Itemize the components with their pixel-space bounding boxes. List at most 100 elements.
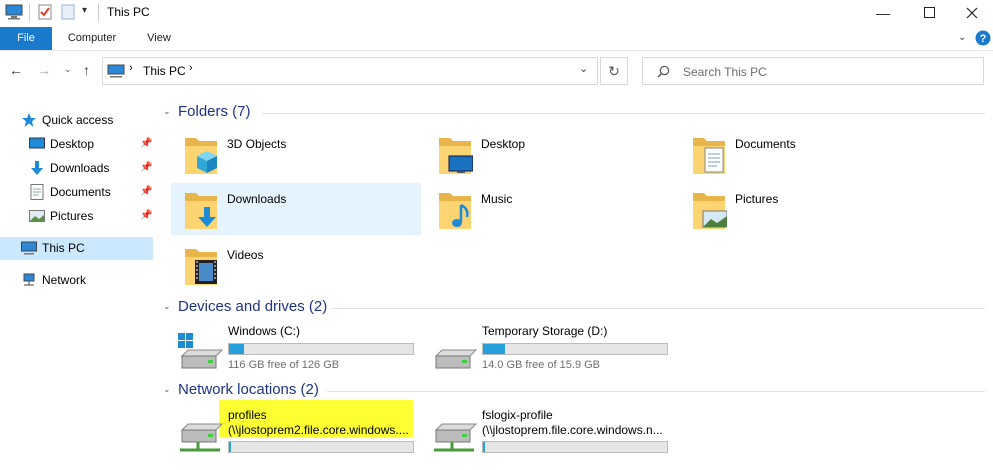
drive-usage-fill <box>483 344 506 354</box>
downloads-folder-icon <box>185 193 217 229</box>
divider <box>98 4 99 21</box>
drive-temporary-storage-d[interactable]: Temporary Storage (D:) 14.0 GB free of 1… <box>426 324 676 378</box>
navigation-pane: Quick access Desktop 📌 Downloads 📌 Docum… <box>0 88 156 470</box>
documents-folder-icon <box>693 138 725 174</box>
minimize-button[interactable]: — <box>860 0 906 25</box>
pin-icon[interactable]: 📌 <box>140 205 152 227</box>
breadcrumb-chevron-icon[interactable]: › <box>189 62 193 74</box>
drive-free-space: 14.0 GB free of 15.9 GB <box>482 359 601 371</box>
3d-objects-folder-icon <box>185 138 217 174</box>
folder-downloads[interactable]: Downloads <box>171 183 421 235</box>
folder-music[interactable]: Music <box>425 183 677 235</box>
nav-network[interactable]: Network <box>0 269 153 291</box>
documents-icon <box>30 184 44 200</box>
network-drive-icon <box>434 423 478 452</box>
network-drive-icon <box>180 423 224 452</box>
breadcrumb-chevron-icon[interactable]: › <box>129 62 133 74</box>
folder-label: Desktop <box>481 137 526 151</box>
properties-icon[interactable] <box>37 4 53 20</box>
nav-label: Documents <box>50 185 111 199</box>
search-icon <box>657 65 670 78</box>
folder-videos[interactable]: Videos <box>171 239 423 291</box>
pin-icon[interactable]: 📌 <box>140 157 152 179</box>
group-heading-devices[interactable]: Devices and drives (2) <box>178 298 327 315</box>
ribbon: File Computer View ⌄ ? <box>0 27 993 51</box>
expand-ribbon-icon[interactable]: ⌄ <box>958 32 966 43</box>
this-pc-icon <box>21 241 37 255</box>
folder-label: 3D Objects <box>227 137 287 151</box>
folder-3d-objects[interactable]: 3D Objects <box>171 128 423 180</box>
drive-usage-bar <box>228 441 414 453</box>
svg-text:?: ? <box>980 33 987 45</box>
nav-item-pictures[interactable]: Pictures 📌 <box>0 205 153 227</box>
network-location-fslogix-profile[interactable]: fslogix-profile (\\jlostoprem.file.core.… <box>426 408 676 462</box>
drive-icon <box>434 349 478 369</box>
pin-icon[interactable]: 📌 <box>140 181 152 203</box>
breadcrumb-this-pc[interactable]: This PC <box>143 64 186 78</box>
forward-icon[interactable]: → <box>37 62 51 78</box>
folder-label: Music <box>481 192 513 206</box>
up-icon[interactable]: ↑ <box>83 62 90 78</box>
windows-drive-icon <box>178 333 224 369</box>
nav-label: Desktop <box>50 137 95 151</box>
collapse-group-icon[interactable]: ⌄ <box>163 384 171 395</box>
folder-pictures[interactable]: Pictures <box>679 183 931 235</box>
nav-quick-access[interactable]: Quick access <box>0 109 153 131</box>
folder-label: Downloads <box>227 192 287 206</box>
divider <box>29 4 30 21</box>
back-icon[interactable]: ← <box>9 62 23 78</box>
pictures-icon <box>29 210 45 222</box>
recent-locations-icon[interactable]: ⌄ <box>64 64 72 75</box>
music-folder-icon <box>439 193 471 229</box>
search-input[interactable]: Search This PC <box>642 57 984 85</box>
drive-usage-fill <box>229 442 231 452</box>
drive-name: Temporary Storage (D:) <box>482 324 608 338</box>
network-location-path: (\\jlostoprem.file.core.windows.n... <box>482 423 663 437</box>
nav-label: This PC <box>42 241 85 255</box>
drive-name: Windows (C:) <box>228 324 301 338</box>
address-bar[interactable]: › This PC › ⌄ <box>102 57 598 85</box>
videos-folder-icon <box>185 249 217 285</box>
customize-toolbar-icon[interactable]: ▾ <box>82 5 87 16</box>
group-heading-network-locations[interactable]: Network locations (2) <box>178 381 319 398</box>
folder-desktop[interactable]: Desktop <box>425 128 677 180</box>
this-pc-icon <box>107 64 125 78</box>
nav-label: Quick access <box>42 113 114 127</box>
collapse-group-icon[interactable]: ⌄ <box>163 106 171 117</box>
close-button[interactable] <box>951 0 993 25</box>
drive-usage-bar <box>482 441 668 453</box>
desktop-icon <box>29 137 45 149</box>
drive-usage-fill <box>483 442 485 452</box>
help-icon[interactable]: ? <box>975 30 991 46</box>
title-bar: ▾ This PC — <box>0 0 993 25</box>
nav-label: Network <box>42 273 87 287</box>
folder-documents[interactable]: Documents <box>679 128 931 180</box>
folder-label: Videos <box>227 248 264 262</box>
network-location-profiles[interactable]: profiles (\\jlostoprem2.file.core.window… <box>172 400 422 462</box>
drive-windows-c[interactable]: Windows (C:) 116 GB free of 126 GB <box>172 324 422 378</box>
this-pc-icon <box>5 4 23 20</box>
nav-this-pc[interactable]: This PC <box>0 237 153 260</box>
search-placeholder: Search This PC <box>683 65 767 79</box>
nav-item-desktop[interactable]: Desktop 📌 <box>0 133 153 155</box>
new-folder-icon[interactable] <box>61 4 75 20</box>
network-location-name: fslogix-profile <box>482 408 553 422</box>
network-location-path: (\\jlostoprem2.file.core.windows.... <box>228 423 409 437</box>
pin-icon[interactable]: 📌 <box>140 133 152 155</box>
tab-view[interactable]: View <box>136 27 182 50</box>
window-title: This PC <box>107 5 150 19</box>
network-icon <box>23 273 35 286</box>
refresh-icon: ↻ <box>608 63 620 79</box>
group-heading-folders[interactable]: Folders (7) <box>178 103 251 120</box>
maximize-button[interactable] <box>906 0 952 25</box>
maximize-icon <box>923 7 935 18</box>
nav-label: Downloads <box>50 161 110 175</box>
nav-item-documents[interactable]: Documents 📌 <box>0 181 153 203</box>
tab-computer[interactable]: Computer <box>57 27 127 50</box>
drive-usage-bar <box>228 343 414 355</box>
nav-item-downloads[interactable]: Downloads 📌 <box>0 157 153 179</box>
collapse-group-icon[interactable]: ⌄ <box>163 301 171 312</box>
address-dropdown-icon[interactable]: ⌄ <box>579 62 588 75</box>
tab-file[interactable]: File <box>0 27 52 50</box>
refresh-button[interactable]: ↻ <box>600 57 628 85</box>
